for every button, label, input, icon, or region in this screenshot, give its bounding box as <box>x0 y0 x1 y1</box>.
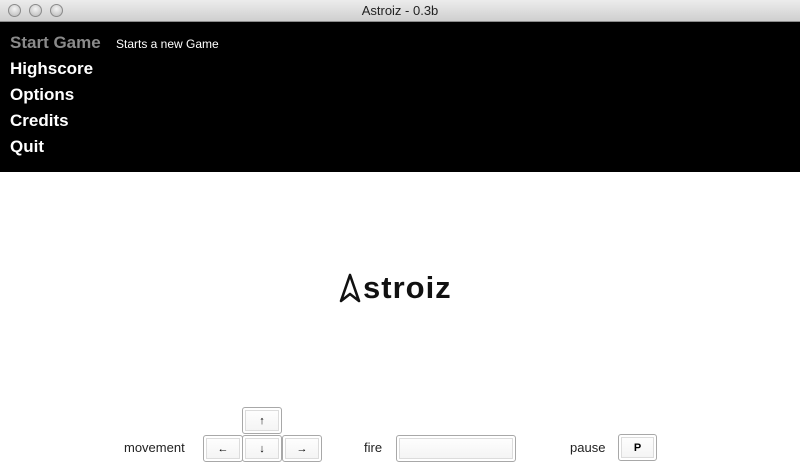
fire-label: fire <box>364 440 383 455</box>
pause-label: pause <box>570 440 606 455</box>
menu-item-credits[interactable]: Credits <box>10 110 69 132</box>
app-window: Astroiz - 0.3b Start Game Starts a new G… <box>0 0 800 472</box>
down-arrow-key: ↓ <box>242 435 282 462</box>
pause-key: P <box>618 434 657 461</box>
left-arrow-key: ← <box>203 435 243 462</box>
menu-item-highscore[interactable]: Highscore <box>10 58 93 80</box>
arrow-right-icon: → <box>296 442 308 455</box>
movement-label: movement <box>124 440 185 455</box>
right-arrow-key: → <box>282 435 322 462</box>
arrow-left-icon: ← <box>217 442 229 455</box>
triangle-ship-icon <box>339 273 361 303</box>
pause-key-label: P <box>633 441 642 454</box>
menu-item-description: Starts a new Game <box>116 37 219 51</box>
title-bar[interactable]: Astroiz - 0.3b <box>0 0 800 22</box>
menu-item-start-game[interactable]: Start Game <box>10 32 101 54</box>
spacebar-key <box>396 435 516 462</box>
menu-item-options[interactable]: Options <box>10 84 74 106</box>
main-menu: Start Game Starts a new Game Highscore O… <box>0 22 800 172</box>
game-logo: stroiz <box>339 270 452 306</box>
logo-text: stroiz <box>363 270 452 305</box>
arrow-up-icon: ↑ <box>259 414 265 427</box>
window-title: Astroiz - 0.3b <box>361 3 439 18</box>
up-arrow-key: ↑ <box>242 407 282 434</box>
arrow-down-icon: ↓ <box>259 442 265 455</box>
menu-item-quit[interactable]: Quit <box>10 136 44 158</box>
